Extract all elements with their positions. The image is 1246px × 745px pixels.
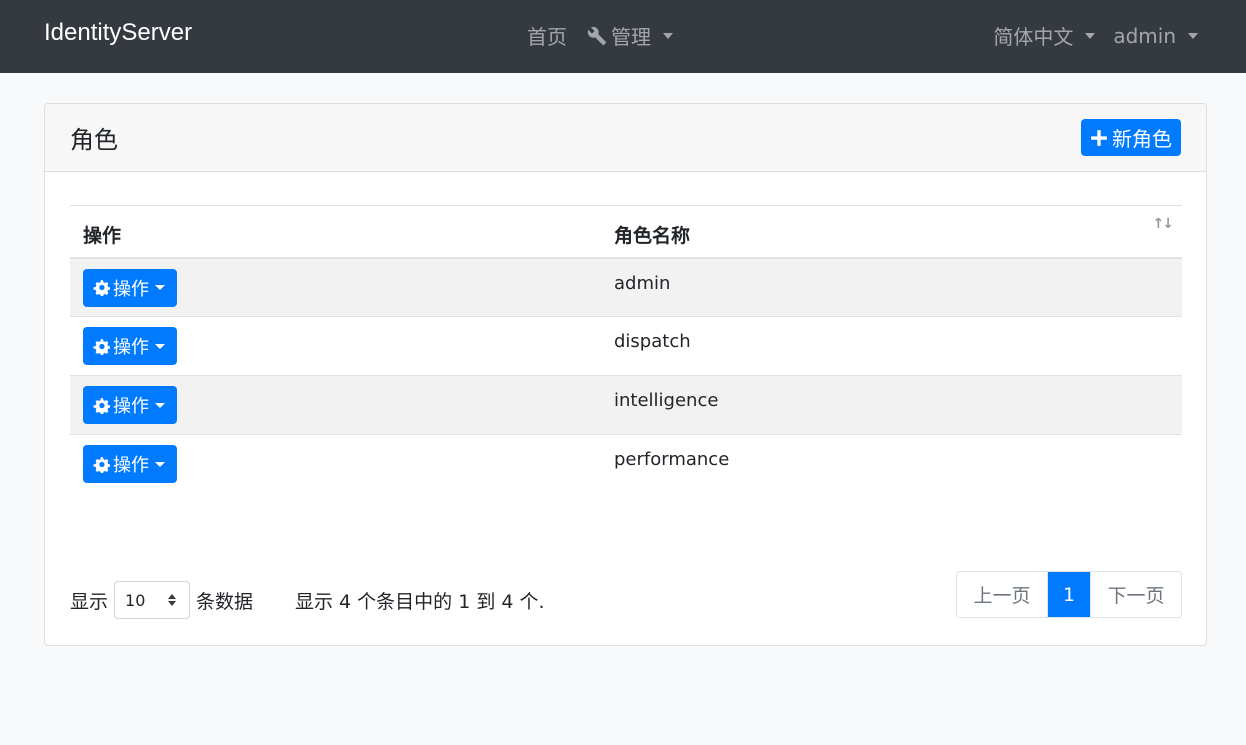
actions-button[interactable]: 操作 [83,327,177,365]
nav-right: 简体中文 admin [993,21,1198,50]
language-dropdown[interactable]: 简体中文 [993,21,1096,50]
chevron-down-icon [1085,32,1096,39]
next-page-button[interactable]: 下一页 [1090,572,1181,617]
role-name-cell: performance [601,434,1182,494]
page-length-control: 显示 10 条数据 [70,581,253,619]
page-size-select[interactable]: 10 [114,581,191,619]
roles-table: 操作 角色名称 ↑↓ 操作 admin 操作 dispatch 操作 intel… [70,205,1182,494]
column-header-role-name[interactable]: 角色名称 ↑↓ [601,205,1182,259]
chevron-down-icon [1188,32,1198,39]
nav-manage-label: 管理 [611,25,651,49]
role-name-cell: dispatch [601,316,1182,376]
column-header-actions: 操作 [70,205,601,259]
new-role-button[interactable]: 新角色 [1081,119,1181,156]
table-row: 操作 admin [70,257,1182,317]
user-label: admin [1113,23,1176,48]
chevron-down-icon [155,461,165,467]
sort-arrows-icon [168,594,177,606]
show-suffix: 条数据 [196,590,254,613]
show-prefix: 显示 [70,590,109,613]
table-footer: 显示 10 条数据 显示 4 个条目中的 1 到 4 个. 上一页 1 下一页 [70,571,1182,619]
chevron-down-icon [155,402,165,408]
wrench-icon [587,26,607,45]
nav-home[interactable]: 首页 [527,21,567,50]
table-row: 操作 performance [70,434,1182,494]
actions-button[interactable]: 操作 [83,268,177,307]
page-size-value: 10 [125,590,146,610]
main-nav: 首页 管理 [527,21,673,50]
navbar: IdentityServer 首页 管理 简体中文 admin [0,0,1246,73]
sort-icon[interactable]: ↑↓ [1153,216,1175,232]
chevron-down-icon [155,343,165,349]
role-name-cell: intelligence [601,375,1182,435]
page-1-button[interactable]: 1 [1048,572,1090,617]
table-row: 操作 intelligence [70,375,1182,435]
table-row: 操作 dispatch [70,316,1182,376]
pagination: 上一页 1 下一页 [956,571,1182,618]
new-role-label: 新角色 [1112,127,1172,151]
chevron-down-icon [663,32,673,39]
prev-page-button[interactable]: 上一页 [957,572,1048,617]
language-label: 简体中文 [993,25,1074,49]
roles-card: 角色 新角色 操作 角色名称 ↑↓ 操作 admin 操作 dispatch 操… [44,103,1207,646]
card-header: 角色 新角色 [45,104,1206,172]
actions-button[interactable]: 操作 [83,445,177,483]
gear-icon [93,456,110,473]
table-info: 显示 4 个条目中的 1 到 4 个. [295,591,545,613]
plus-icon [1091,129,1107,146]
role-name-cell: admin [601,257,1182,317]
actions-label: 操作 [113,337,149,358]
chevron-down-icon [155,285,165,290]
page-title: 角色 [70,126,118,154]
actions-label: 操作 [113,396,149,417]
gear-icon [93,397,110,414]
actions-label: 操作 [113,455,149,476]
gear-icon [93,338,110,355]
user-dropdown[interactable]: admin [1113,24,1198,48]
actions-button[interactable]: 操作 [83,386,177,424]
column-header-role-name-label: 角色名称 [614,224,691,247]
nav-manage-dropdown[interactable]: 管理 [587,21,673,50]
actions-label: 操作 [113,278,149,300]
brand-logo[interactable]: IdentityServer [44,19,192,47]
gear-icon [93,280,110,296]
